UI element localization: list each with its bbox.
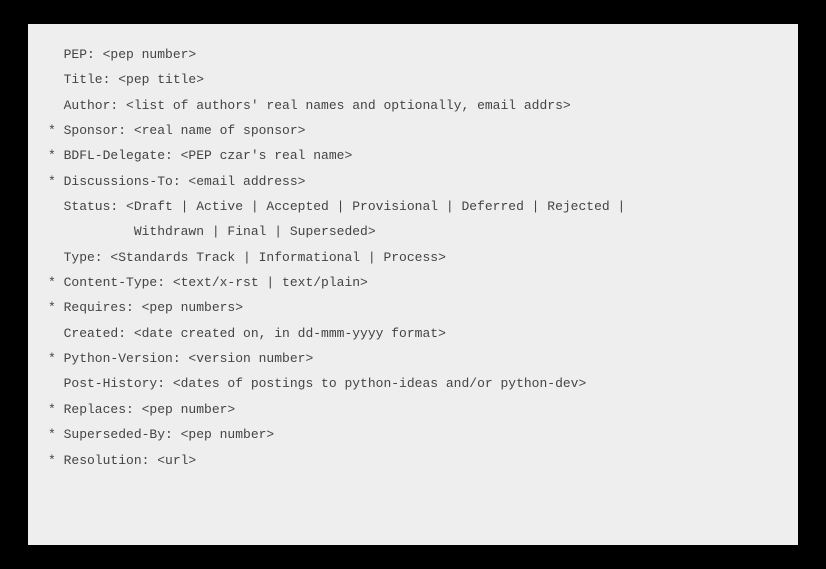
code-line: * BDFL-Delegate: <PEP czar's real name> [48,143,778,168]
code-line: Status: <Draft | Active | Accepted | Pro… [48,194,778,219]
code-line: * Sponsor: <real name of sponsor> [48,118,778,143]
code-line: Type: <Standards Track | Informational |… [48,245,778,270]
code-line: * Python-Version: <version number> [48,346,778,371]
code-line: * Requires: <pep numbers> [48,295,778,320]
code-line: * Superseded-By: <pep number> [48,422,778,447]
code-line: PEP: <pep number> [48,42,778,67]
code-line: Withdrawn | Final | Superseded> [48,219,778,244]
code-line: Author: <list of authors' real names and… [48,93,778,118]
code-line: Created: <date created on, in dd-mmm-yyy… [48,321,778,346]
code-line: Post-History: <dates of postings to pyth… [48,371,778,396]
code-line: * Discussions-To: <email address> [48,169,778,194]
code-block: PEP: <pep number> Title: <pep title> Aut… [28,24,798,545]
code-line: Title: <pep title> [48,67,778,92]
code-line: * Replaces: <pep number> [48,397,778,422]
code-line: * Content-Type: <text/x-rst | text/plain… [48,270,778,295]
code-line: * Resolution: <url> [48,448,778,473]
